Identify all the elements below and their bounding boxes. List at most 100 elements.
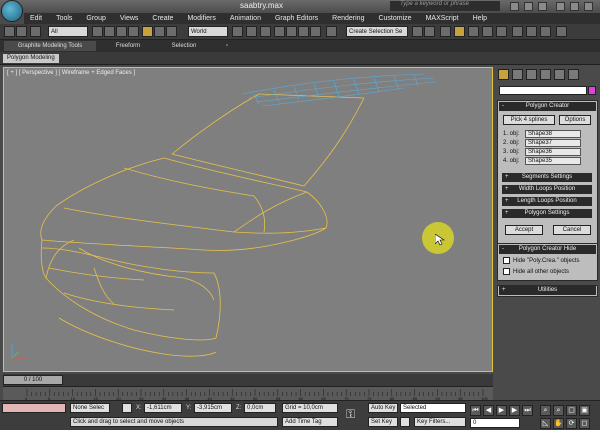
options-button[interactable]: Options	[559, 115, 591, 125]
default-tangent-icon[interactable]	[400, 417, 410, 427]
maxscript-listener[interactable]	[2, 403, 66, 413]
obj-value-2[interactable]: Shape37	[525, 139, 581, 147]
hierarchy-tab-icon[interactable]	[526, 69, 537, 80]
edit-named-selection-icon[interactable]	[326, 26, 337, 37]
window-crossing-icon[interactable]	[128, 26, 139, 37]
reference-coord-dropdown[interactable]: World	[188, 26, 228, 37]
key-filters-button[interactable]: Key Filters...	[414, 417, 466, 427]
maximize-icon[interactable]	[570, 2, 579, 11]
motion-tab-icon[interactable]	[540, 69, 551, 80]
binoculars-icon[interactable]	[510, 2, 519, 11]
track-bar[interactable]: 0 5 10 15 20 25 30 35 40 45 50 55 60 65 70 75 80 85 90 95 10…	[3, 386, 493, 401]
modify-tab-icon[interactable]	[512, 69, 523, 80]
go-to-end-icon[interactable]: ⏭	[522, 405, 533, 416]
link-icon[interactable]	[30, 26, 41, 37]
maximize-viewport-icon[interactable]: ◻	[579, 418, 590, 429]
keyboard-shortcut-icon[interactable]	[260, 26, 271, 37]
perspective-viewport[interactable]: [ + ] [ Perspective ] [ Wireframe + Edge…	[3, 67, 493, 372]
polygon-modeling-panel[interactable]: Polygon Modeling	[3, 54, 59, 63]
auto-key-button[interactable]: Auto Key	[368, 403, 398, 413]
spinner-snap-icon[interactable]	[310, 26, 321, 37]
undo-icon[interactable]	[4, 26, 15, 37]
obj-value-4[interactable]: Shape35	[525, 157, 581, 165]
zoom-extents-icon[interactable]: ▢	[566, 405, 577, 416]
hide-others-checkbox[interactable]	[503, 268, 510, 275]
object-name-field[interactable]	[499, 86, 587, 95]
named-selection-dropdown[interactable]: Create Selection Se	[346, 26, 408, 37]
render-setup-icon[interactable]	[512, 26, 523, 37]
tab-freeform[interactable]: Freeform	[106, 41, 150, 51]
key-mode-dropdown[interactable]: Selected	[400, 403, 466, 413]
z-coordinate-field[interactable]: 0,0cm	[244, 403, 276, 413]
curve-editor-icon[interactable]	[468, 26, 479, 37]
render-production-icon[interactable]	[540, 26, 551, 37]
polygon-settings-rollout[interactable]: + Polygon Settings	[502, 209, 592, 218]
object-color-swatch[interactable]	[588, 86, 596, 95]
tab-selection[interactable]: Selection	[160, 41, 208, 51]
play-icon[interactable]: ▶	[496, 405, 507, 416]
key-icon[interactable]: ⚿	[346, 407, 355, 422]
x-coordinate-field[interactable]: -1,611cm	[144, 403, 182, 413]
zoom-all-icon[interactable]: ⌕	[553, 405, 564, 416]
accept-button[interactable]: Accept	[505, 225, 543, 235]
obj-value-1[interactable]: Shape38	[525, 130, 581, 138]
angle-snap-icon[interactable]	[286, 26, 297, 37]
polygon-creator-header[interactable]: - Polygon Creator	[499, 102, 596, 111]
utilities-header[interactable]: + Utilities	[499, 286, 596, 295]
star-icon[interactable]	[524, 2, 533, 11]
zoom-icon[interactable]: ⌕	[540, 405, 551, 416]
menu-help[interactable]: Help	[473, 15, 487, 22]
menu-maxscript[interactable]: MAXScript	[426, 15, 459, 22]
menu-customize[interactable]: Customize	[378, 15, 411, 22]
manipulate-icon[interactable]	[246, 26, 257, 37]
scale-icon[interactable]	[166, 26, 177, 37]
menu-animation[interactable]: Animation	[230, 15, 261, 22]
pivot-center-icon[interactable]	[232, 26, 243, 37]
polygon-creator-hide-header[interactable]: - Polygon Creator Hide	[499, 245, 596, 254]
select-by-name-icon[interactable]	[104, 26, 115, 37]
add-time-tag-button[interactable]: Add Time Tag	[282, 417, 338, 427]
menu-views[interactable]: Views	[120, 15, 139, 22]
tab-graphite-modeling-tools[interactable]: Graphite Modeling Tools	[4, 41, 96, 51]
minimize-icon[interactable]	[556, 2, 565, 11]
hide-polycrea-checkbox[interactable]	[503, 257, 510, 264]
close-icon[interactable]	[584, 2, 593, 11]
pan-view-icon[interactable]: ✋	[553, 418, 564, 429]
set-key-button[interactable]: Set Key	[368, 417, 398, 427]
menu-modifiers[interactable]: Modifiers	[187, 15, 215, 22]
rect-selection-icon[interactable]	[116, 26, 127, 37]
segments-settings-rollout[interactable]: + Segments Settings	[502, 173, 592, 182]
cancel-button[interactable]: Cancel	[553, 225, 591, 235]
obj-value-3[interactable]: Shape36	[525, 148, 581, 156]
hide-polycrea-row[interactable]: Hide "Poly.Crea." objects	[503, 257, 580, 264]
pick-splines-button[interactable]: Pick 4 splines	[503, 115, 555, 125]
redo-icon[interactable]	[16, 26, 27, 37]
layer-manager-icon[interactable]	[440, 26, 451, 37]
teapot-render-icon[interactable]	[556, 26, 567, 37]
rotate-icon[interactable]	[154, 26, 165, 37]
align-icon[interactable]	[424, 26, 435, 37]
material-editor-icon[interactable]	[496, 26, 507, 37]
utilities-tab-icon[interactable]	[568, 69, 579, 80]
width-loops-rollout[interactable]: + Width Loops Position	[502, 185, 592, 194]
lock-selection-icon[interactable]	[122, 403, 132, 413]
select-object-icon[interactable]	[92, 26, 103, 37]
menu-group[interactable]: Group	[86, 15, 105, 22]
field-of-view-icon[interactable]: ◺	[540, 418, 551, 429]
percent-snap-icon[interactable]	[298, 26, 309, 37]
select-move-icon[interactable]	[142, 26, 153, 37]
display-tab-icon[interactable]	[554, 69, 565, 80]
y-coordinate-field[interactable]: -3,915cm	[194, 403, 232, 413]
rendered-frame-icon[interactable]	[526, 26, 537, 37]
mirror-icon[interactable]	[412, 26, 423, 37]
ribbon-options-icon[interactable]: ▫	[222, 41, 232, 51]
menu-tools[interactable]: Tools	[56, 15, 72, 22]
menu-edit[interactable]: Edit	[30, 15, 42, 22]
snaps-toggle-icon[interactable]	[274, 26, 285, 37]
hide-others-row[interactable]: Hide all other objects	[503, 268, 569, 275]
current-frame-field[interactable]: 0	[470, 418, 520, 428]
schematic-view-icon[interactable]	[482, 26, 493, 37]
create-tab-icon[interactable]	[498, 69, 509, 80]
app-logo[interactable]	[1, 0, 23, 22]
zoom-extents-all-icon[interactable]: ▣	[579, 405, 590, 416]
